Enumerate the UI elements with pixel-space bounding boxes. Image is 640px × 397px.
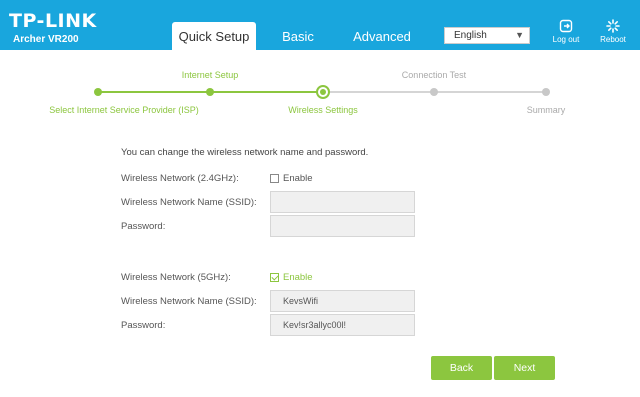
enable-5ghz-checkbox[interactable] [270,273,279,282]
step-label-wireless-settings: Wireless Settings [288,105,358,115]
language-select[interactable]: English ▼ [444,27,530,44]
intro-text: You can change the wireless network name… [121,147,369,158]
label-ssid-5ghz: Wireless Network Name (SSID): [121,296,257,307]
label-password-5ghz: Password: [121,320,166,331]
top-header: TP-LINK Archer VR200 Quick Setup Basic A… [0,0,640,50]
brand-logo: TP-LINK [9,10,97,32]
label-password-24ghz: Password: [121,221,166,232]
ssid-5ghz-field[interactable]: KevsWifi [270,290,415,312]
language-value: English [454,30,487,41]
ssid-24ghz-field[interactable] [270,191,415,213]
step-dot-summary [542,88,550,96]
step-label-summary: Summary [526,105,566,115]
logout-icon [559,19,573,33]
reboot-label: Reboot [600,35,626,44]
label-ssid-24ghz: Wireless Network Name (SSID): [121,197,257,208]
next-button[interactable]: Next [494,356,555,380]
reboot-icon [606,19,620,33]
setup-progress-stepper: Select Internet Service Provider (ISP) I… [0,60,640,120]
enable-24ghz-checkbox[interactable] [270,174,279,183]
step-dot-wireless-settings [316,85,330,99]
logout-label: Log out [552,35,580,44]
step-dot-internet-setup [206,88,214,96]
password-24ghz-field[interactable] [270,215,415,237]
step-dot-isp [94,88,102,96]
tab-basic[interactable]: Basic [272,22,324,50]
model-name: Archer VR200 [13,34,79,45]
logout-button[interactable]: Log out [546,19,586,44]
label-wireless-5ghz: Wireless Network (5GHz): [121,272,231,283]
enable-24ghz-label[interactable]: Enable [283,173,313,184]
back-button[interactable]: Back [431,356,492,380]
tab-quick-setup[interactable]: Quick Setup [172,22,256,50]
chevron-down-icon: ▼ [515,30,524,40]
label-wireless-24ghz: Wireless Network (2.4GHz): [121,173,239,184]
reboot-button[interactable]: Reboot [593,19,633,44]
step-dot-connection-test [430,88,438,96]
step-label-internet-setup: Internet Setup [181,70,239,80]
tab-advanced[interactable]: Advanced [346,22,418,50]
step-label-connection-test: Connection Test [401,70,467,80]
enable-5ghz-label[interactable]: Enable [283,272,313,283]
password-5ghz-field[interactable]: Kev!sr3allyc00l! [270,314,415,336]
step-label-isp: Select Internet Service Provider (ISP) [49,105,199,115]
